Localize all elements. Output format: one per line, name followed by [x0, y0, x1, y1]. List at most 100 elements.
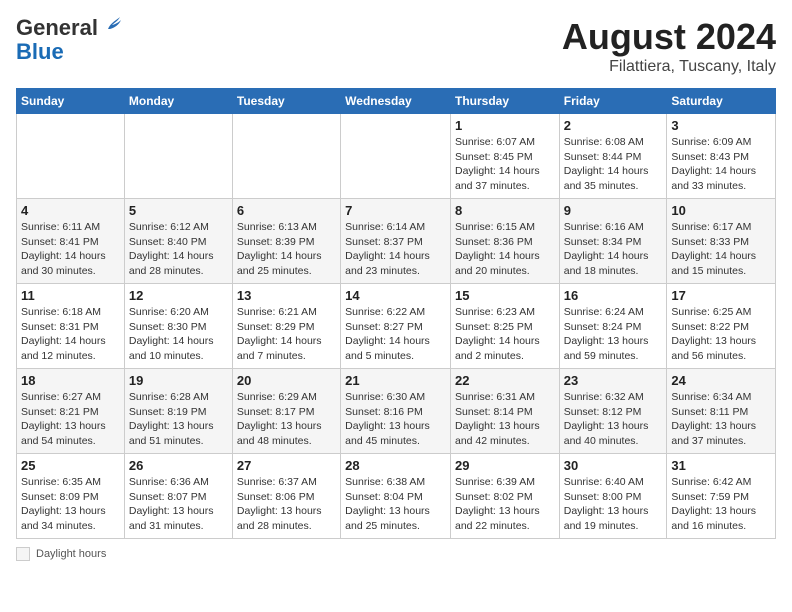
- day-info: Sunrise: 6:31 AM Sunset: 8:14 PM Dayligh…: [455, 390, 555, 449]
- legend-label: Daylight hours: [36, 548, 106, 560]
- day-info: Sunrise: 6:23 AM Sunset: 8:25 PM Dayligh…: [455, 305, 555, 364]
- weekday-header-wednesday: Wednesday: [341, 89, 451, 114]
- day-number: 26: [129, 458, 228, 473]
- calendar-cell: 15Sunrise: 6:23 AM Sunset: 8:25 PM Dayli…: [450, 284, 559, 369]
- day-number: 6: [237, 203, 336, 218]
- day-number: 7: [345, 203, 446, 218]
- calendar-cell: 22 Sunrise: 6:31 AM Sunset: 8:14 PM Dayli…: [450, 369, 559, 454]
- day-number: 8: [455, 203, 555, 218]
- weekday-header-row: SundayMondayTuesdayWednesdayThursdayFrid…: [17, 89, 776, 114]
- calendar-cell: 21 Sunrise: 6:30 AM Sunset: 8:16 PM Dayli…: [341, 369, 451, 454]
- calendar-cell: 14 Sunrise: 6:22 AM Sunset: 8:27 PM Dayli…: [341, 284, 451, 369]
- calendar-cell: 28 Sunrise: 6:38 AM Sunset: 8:04 PM Dayli…: [341, 454, 451, 539]
- calendar-cell: 25Sunrise: 6:35 AM Sunset: 8:09 PM Dayli…: [17, 454, 125, 539]
- weekday-header-monday: Monday: [124, 89, 232, 114]
- calendar-cell: 29Sunrise: 6:39 AM Sunset: 8:02 PM Dayli…: [450, 454, 559, 539]
- day-info: Sunrise: 6:34 AM Sunset: 8:11 PM Dayligh…: [671, 390, 771, 449]
- calendar-cell: 1Sunrise: 6:07 AM Sunset: 8:45 PM Daylig…: [450, 114, 559, 199]
- calendar-cell: [232, 114, 340, 199]
- day-info: Sunrise: 6:27 AM Sunset: 8:21 PM Dayligh…: [21, 390, 120, 449]
- day-info: Sunrise: 6:37 AM Sunset: 8:06 PM Dayligh…: [237, 475, 336, 534]
- calendar-cell: 2Sunrise: 6:08 AM Sunset: 8:44 PM Daylig…: [559, 114, 667, 199]
- day-info: Sunrise: 6:15 AM Sunset: 8:36 PM Dayligh…: [455, 220, 555, 279]
- calendar-cell: 20Sunrise: 6:29 AM Sunset: 8:17 PM Dayli…: [232, 369, 340, 454]
- calendar-cell: 30Sunrise: 6:40 AM Sunset: 8:00 PM Dayli…: [559, 454, 667, 539]
- logo-blue-text: Blue: [16, 40, 64, 64]
- day-number: 21: [345, 373, 446, 388]
- weekday-header-sunday: Sunday: [17, 89, 125, 114]
- day-info: Sunrise: 6:12 AM Sunset: 8:40 PM Dayligh…: [129, 220, 228, 279]
- day-number: 27: [237, 458, 336, 473]
- week-row-4: 25Sunrise: 6:35 AM Sunset: 8:09 PM Dayli…: [17, 454, 776, 539]
- footer: Daylight hours: [16, 547, 776, 561]
- day-info: Sunrise: 6:09 AM Sunset: 8:43 PM Dayligh…: [671, 135, 771, 194]
- weekday-header-thursday: Thursday: [450, 89, 559, 114]
- legend-box: [16, 547, 30, 561]
- day-number: 28: [345, 458, 446, 473]
- day-info: Sunrise: 6:42 AM Sunset: 7:59 PM Dayligh…: [671, 475, 771, 534]
- day-number: 24: [671, 373, 771, 388]
- calendar-cell: 13 Sunrise: 6:21 AM Sunset: 8:29 PM Dayli…: [232, 284, 340, 369]
- day-number: 10: [671, 203, 771, 218]
- day-info: Sunrise: 6:22 AM Sunset: 8:27 PM Dayligh…: [345, 305, 446, 364]
- calendar-cell: 24 Sunrise: 6:34 AM Sunset: 8:11 PM Dayli…: [667, 369, 776, 454]
- day-number: 11: [21, 288, 120, 303]
- day-info: Sunrise: 6:20 AM Sunset: 8:30 PM Dayligh…: [129, 305, 228, 364]
- day-number: 22: [455, 373, 555, 388]
- page: General Blue August 2024 Filattiera, Tus…: [0, 0, 792, 612]
- week-row-2: 11 Sunrise: 6:18 AM Sunset: 8:31 PM Dayli…: [17, 284, 776, 369]
- day-info: Sunrise: 6:17 AM Sunset: 8:33 PM Dayligh…: [671, 220, 771, 279]
- day-info: Sunrise: 6:14 AM Sunset: 8:37 PM Dayligh…: [345, 220, 446, 279]
- day-info: Sunrise: 6:11 AM Sunset: 8:41 PM Dayligh…: [21, 220, 120, 279]
- calendar-cell: 11 Sunrise: 6:18 AM Sunset: 8:31 PM Dayli…: [17, 284, 125, 369]
- day-info: Sunrise: 6:18 AM Sunset: 8:31 PM Dayligh…: [21, 305, 120, 364]
- day-number: 13: [237, 288, 336, 303]
- calendar-cell: 12 Sunrise: 6:20 AM Sunset: 8:30 PM Dayli…: [124, 284, 232, 369]
- calendar-cell: 18 Sunrise: 6:27 AM Sunset: 8:21 PM Dayli…: [17, 369, 125, 454]
- day-info: Sunrise: 6:38 AM Sunset: 8:04 PM Dayligh…: [345, 475, 446, 534]
- day-number: 31: [671, 458, 771, 473]
- day-info: Sunrise: 6:29 AM Sunset: 8:17 PM Dayligh…: [237, 390, 336, 449]
- calendar-table: SundayMondayTuesdayWednesdayThursdayFrid…: [16, 88, 776, 539]
- day-info: Sunrise: 6:28 AM Sunset: 8:19 PM Dayligh…: [129, 390, 228, 449]
- day-number: 3: [671, 118, 771, 133]
- weekday-header-friday: Friday: [559, 89, 667, 114]
- calendar-cell: 7 Sunrise: 6:14 AM Sunset: 8:37 PM Daylig…: [341, 199, 451, 284]
- day-number: 12: [129, 288, 228, 303]
- day-info: Sunrise: 6:30 AM Sunset: 8:16 PM Dayligh…: [345, 390, 446, 449]
- day-number: 5: [129, 203, 228, 218]
- week-row-1: 4 Sunrise: 6:11 AM Sunset: 8:41 PM Daylig…: [17, 199, 776, 284]
- day-number: 16: [564, 288, 663, 303]
- month-title: August 2024: [562, 16, 776, 58]
- calendar-cell: 8 Sunrise: 6:15 AM Sunset: 8:36 PM Daylig…: [450, 199, 559, 284]
- day-number: 14: [345, 288, 446, 303]
- calendar-cell: 10 Sunrise: 6:17 AM Sunset: 8:33 PM Dayli…: [667, 199, 776, 284]
- calendar-cell: 16 Sunrise: 6:24 AM Sunset: 8:24 PM Dayli…: [559, 284, 667, 369]
- day-number: 4: [21, 203, 120, 218]
- logo: General Blue: [16, 16, 122, 64]
- calendar-cell: 4 Sunrise: 6:11 AM Sunset: 8:41 PM Daylig…: [17, 199, 125, 284]
- footer-legend: Daylight hours: [16, 547, 106, 561]
- week-row-0: 1Sunrise: 6:07 AM Sunset: 8:45 PM Daylig…: [17, 114, 776, 199]
- calendar-cell: 6 Sunrise: 6:13 AM Sunset: 8:39 PM Daylig…: [232, 199, 340, 284]
- day-number: 18: [21, 373, 120, 388]
- weekday-header-saturday: Saturday: [667, 89, 776, 114]
- day-number: 25: [21, 458, 120, 473]
- day-number: 9: [564, 203, 663, 218]
- calendar-cell: 23Sunrise: 6:32 AM Sunset: 8:12 PM Dayli…: [559, 369, 667, 454]
- day-number: 17: [671, 288, 771, 303]
- day-info: Sunrise: 6:25 AM Sunset: 8:22 PM Dayligh…: [671, 305, 771, 364]
- day-info: Sunrise: 6:39 AM Sunset: 8:02 PM Dayligh…: [455, 475, 555, 534]
- day-info: Sunrise: 6:08 AM Sunset: 8:44 PM Dayligh…: [564, 135, 663, 194]
- calendar-cell: 3 Sunrise: 6:09 AM Sunset: 8:43 PM Daylig…: [667, 114, 776, 199]
- calendar-cell: 17 Sunrise: 6:25 AM Sunset: 8:22 PM Dayli…: [667, 284, 776, 369]
- day-info: Sunrise: 6:16 AM Sunset: 8:34 PM Dayligh…: [564, 220, 663, 279]
- day-info: Sunrise: 6:36 AM Sunset: 8:07 PM Dayligh…: [129, 475, 228, 534]
- calendar-cell: [341, 114, 451, 199]
- day-info: Sunrise: 6:21 AM Sunset: 8:29 PM Dayligh…: [237, 305, 336, 364]
- day-info: Sunrise: 6:13 AM Sunset: 8:39 PM Dayligh…: [237, 220, 336, 279]
- day-info: Sunrise: 6:32 AM Sunset: 8:12 PM Dayligh…: [564, 390, 663, 449]
- calendar-cell: [124, 114, 232, 199]
- calendar-cell: 9 Sunrise: 6:16 AM Sunset: 8:34 PM Daylig…: [559, 199, 667, 284]
- day-info: Sunrise: 6:24 AM Sunset: 8:24 PM Dayligh…: [564, 305, 663, 364]
